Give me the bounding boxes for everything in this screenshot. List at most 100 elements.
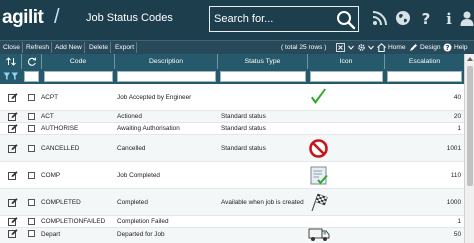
cell-description: Cancelled (117, 144, 146, 152)
row-checkbox[interactable] (28, 230, 35, 237)
cell-escalation: 40 (453, 93, 461, 101)
no-entry-icon (309, 139, 328, 158)
column-header-icon[interactable]: Icon (308, 54, 385, 69)
status-type-filter-input[interactable] (220, 71, 306, 82)
row-checkbox[interactable] (28, 94, 35, 101)
edit-icon[interactable] (8, 198, 18, 207)
checkered-flag-icon (311, 193, 328, 212)
grid-body: ACPT Job Accepted by Engineer 40 ACT Act… (0, 84, 464, 243)
home-icon[interactable] (377, 43, 386, 52)
help-icon[interactable]: ? (418, 10, 434, 26)
edit-icon[interactable] (8, 144, 18, 153)
icon-filter-input[interactable] (310, 71, 383, 82)
app-logo[interactable]: agilit (2, 7, 44, 29)
vertical-scrollbar[interactable] (464, 54, 474, 243)
edit-icon[interactable] (8, 124, 18, 133)
table-row[interactable]: CANCELLED Cancelled Standard status 1001 (0, 135, 464, 162)
cell-description: Departed for Job (117, 230, 165, 238)
grid-header: Code Description Status Type Icon Escala… (0, 54, 474, 84)
column-header-status-type[interactable]: Status Type (218, 54, 308, 69)
cell-description: Awaiting Authorisation (117, 125, 180, 132)
row-checkbox[interactable] (28, 113, 35, 120)
escalation-filter-input[interactable] (387, 71, 462, 82)
cell-escalation: 1001 (446, 144, 461, 152)
search-input[interactable] (214, 10, 332, 28)
delete-button[interactable]: Delete (87, 42, 112, 53)
cell-code: COMPLETIONFAILED (41, 218, 106, 225)
cell-escalation: 1000 (446, 198, 461, 206)
row-checkbox[interactable] (28, 199, 35, 206)
edit-icon[interactable] (8, 217, 18, 226)
select-filter-input[interactable] (24, 71, 39, 82)
excel-export-icon[interactable] (336, 43, 345, 52)
edit-icon[interactable] (8, 171, 18, 180)
row-checkbox[interactable] (28, 125, 35, 132)
add-new-button[interactable]: Add New (53, 42, 85, 53)
cell-status-type: Standard status (221, 144, 266, 152)
column-header-code[interactable]: Code (42, 54, 115, 69)
globe-icon[interactable] (395, 10, 411, 26)
table-row[interactable]: COMP Job Completed 110 (0, 162, 464, 189)
column-header-description[interactable]: Description (115, 54, 218, 69)
column-header-escalation[interactable]: Escalation (385, 54, 464, 69)
scrollbar-thumb[interactable] (467, 66, 473, 186)
table-row[interactable]: Depart Departed for Job 50 (0, 228, 464, 243)
scroll-up-arrow-icon[interactable] (466, 55, 474, 63)
table-row[interactable]: ACPT Job Accepted by Engineer 40 (0, 84, 464, 111)
page-title: Job Status Codes (86, 12, 173, 24)
cell-description: Completion Failed (117, 218, 169, 225)
cell-status-type: Standard status (221, 125, 266, 132)
row-checkbox[interactable] (28, 172, 35, 179)
cell-status-type: Available when job is created (221, 198, 304, 206)
cell-description: Job Completed (117, 171, 160, 179)
edit-icon[interactable] (8, 93, 18, 102)
settings-chevron-icon[interactable] (368, 43, 374, 52)
description-filter-input[interactable] (117, 71, 216, 82)
app-header: agilit / Job Status Codes ? i (0, 0, 474, 40)
select-column-header[interactable] (22, 54, 42, 69)
design-button[interactable]: Design (418, 42, 443, 53)
refresh-columns-icon[interactable] (27, 57, 37, 66)
search-icon[interactable] (336, 10, 356, 30)
close-button[interactable]: Close (1, 42, 23, 53)
table-row[interactable]: AUTHORISE Awaiting Authorisation Standar… (0, 123, 464, 135)
home-button[interactable]: Home (386, 42, 408, 53)
row-checkbox[interactable] (28, 145, 35, 152)
completed-document-icon (310, 166, 328, 185)
help-button[interactable]: Help (452, 42, 470, 53)
table-row[interactable]: COMPLETED Completed Available when job i… (0, 189, 464, 216)
cell-code: Depart (41, 230, 61, 238)
cell-status-type (221, 228, 307, 240)
filter-icon[interactable] (3, 72, 19, 81)
cell-description: Actioned (117, 113, 142, 120)
info-icon[interactable]: i (441, 10, 457, 26)
code-filter-input[interactable] (44, 71, 113, 82)
search-box (209, 6, 359, 32)
svg-text:i: i (446, 10, 452, 26)
edit-icon[interactable] (8, 112, 18, 121)
cell-status-type (221, 84, 307, 110)
svg-text:?: ? (445, 44, 449, 52)
sort-icon[interactable] (6, 57, 16, 66)
table-row[interactable]: ACT Actioned Standard status 20 (0, 111, 464, 123)
help-circle-icon[interactable]: ? (443, 43, 452, 52)
chevron-down-icon[interactable] (348, 43, 354, 52)
refresh-button[interactable]: Refresh (24, 42, 53, 53)
cell-escalation: 1 (457, 125, 461, 132)
cell-code: ACPT (41, 93, 59, 101)
settings-icon[interactable] (357, 43, 366, 52)
cell-escalation: 110 (450, 171, 461, 179)
svg-text:?: ? (422, 10, 431, 26)
sort-column-header[interactable] (0, 54, 22, 69)
row-checkbox[interactable] (28, 218, 35, 225)
cell-description: Completed (117, 198, 148, 206)
filter-row (0, 69, 464, 84)
cell-code: ACT (41, 113, 54, 120)
edit-icon[interactable] (8, 229, 18, 238)
table-row[interactable]: COMPLETIONFAILED Completion Failed 1 (0, 216, 464, 228)
design-icon[interactable] (409, 43, 418, 52)
rss-icon[interactable] (372, 10, 388, 26)
cell-status-type (221, 216, 307, 227)
user-icon[interactable] (459, 10, 474, 26)
export-button[interactable]: Export (113, 42, 138, 53)
